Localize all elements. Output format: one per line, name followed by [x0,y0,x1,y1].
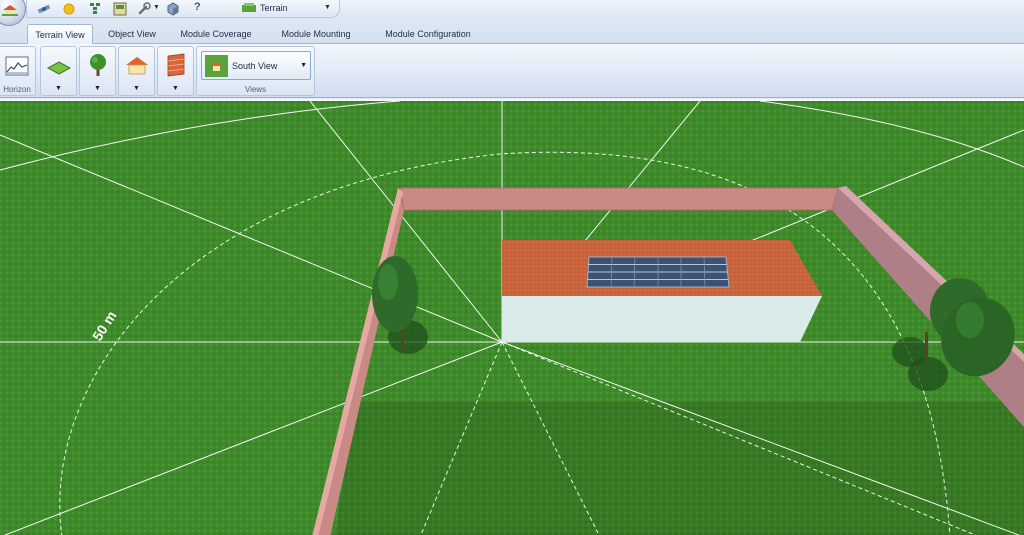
panel-icon[interactable] [113,2,127,16]
south-view-icon [205,55,228,77]
terrain-dropdown[interactable]: Terrain ▼ [240,1,332,16]
tree-button[interactable]: ▼ [79,46,116,96]
view-dropdown[interactable]: South View ▼ [201,51,311,80]
chevron-down-icon: ▼ [133,85,140,92]
app-logo-icon [2,5,18,16]
solar-panel-array [586,256,730,288]
views-group-label: Views [244,85,267,94]
views-group: South View ▼ Views [196,46,315,96]
tab-object-view[interactable]: Object View [101,24,163,44]
pv-design-app: ▼ ? Terrain ▼ Terrain View Object View M… [0,0,1024,535]
house-icon [125,57,148,75]
horizon-icon [5,56,29,76]
horizon-group[interactable]: Horizon [0,46,36,96]
terrain-3d-viewport[interactable]: 50 m [0,99,1024,535]
chevron-down-icon: ▼ [324,4,331,11]
ribbon-tab-row: Terrain View Object View Module Coverage… [0,20,1024,45]
wrench-icon[interactable] [137,2,151,16]
building-wall [502,296,822,342]
wrench-dropdown-arrow-icon[interactable]: ▼ [153,4,160,11]
brick-wall-icon [167,53,184,77]
ground-plane-icon [46,61,71,75]
shadow-area [335,402,1024,535]
module-grid-icon[interactable] [88,2,102,16]
view-dropdown-value: South View [232,61,278,71]
scene-canvas: 50 m [0,101,1024,535]
sun-icon[interactable] [62,2,76,16]
tab-terrain-view[interactable]: Terrain View [27,24,93,45]
brick-wall-button[interactable]: ▼ [157,46,194,96]
tab-module-configuration[interactable]: Module Configuration [378,24,478,44]
box-icon[interactable] [166,2,180,16]
horizon-group-label: Horizon [3,85,31,94]
chevron-down-icon: ▼ [172,85,179,92]
help-icon[interactable]: ? [194,1,201,13]
tab-module-coverage[interactable]: Module Coverage [174,24,258,44]
chevron-down-icon: ▼ [94,85,101,92]
ground-plane-button[interactable]: ▼ [40,46,77,96]
terrain-icon [242,3,256,12]
chevron-down-icon: ▼ [55,85,62,92]
chevron-down-icon: ▼ [300,62,307,69]
terrain-dropdown-value: Terrain [260,3,288,13]
quick-access-toolbar: ▼ ? Terrain ▼ [0,0,1024,26]
tree-icon [89,54,106,76]
back-wall [399,187,839,211]
house-button[interactable]: ▼ [118,46,155,96]
ribbon-panel: Horizon ▼ ▼ ▼ ▼ South View ▼ Views [0,44,1024,98]
tab-module-mounting[interactable]: Module Mounting [274,24,358,44]
satellite-icon[interactable] [37,2,51,16]
